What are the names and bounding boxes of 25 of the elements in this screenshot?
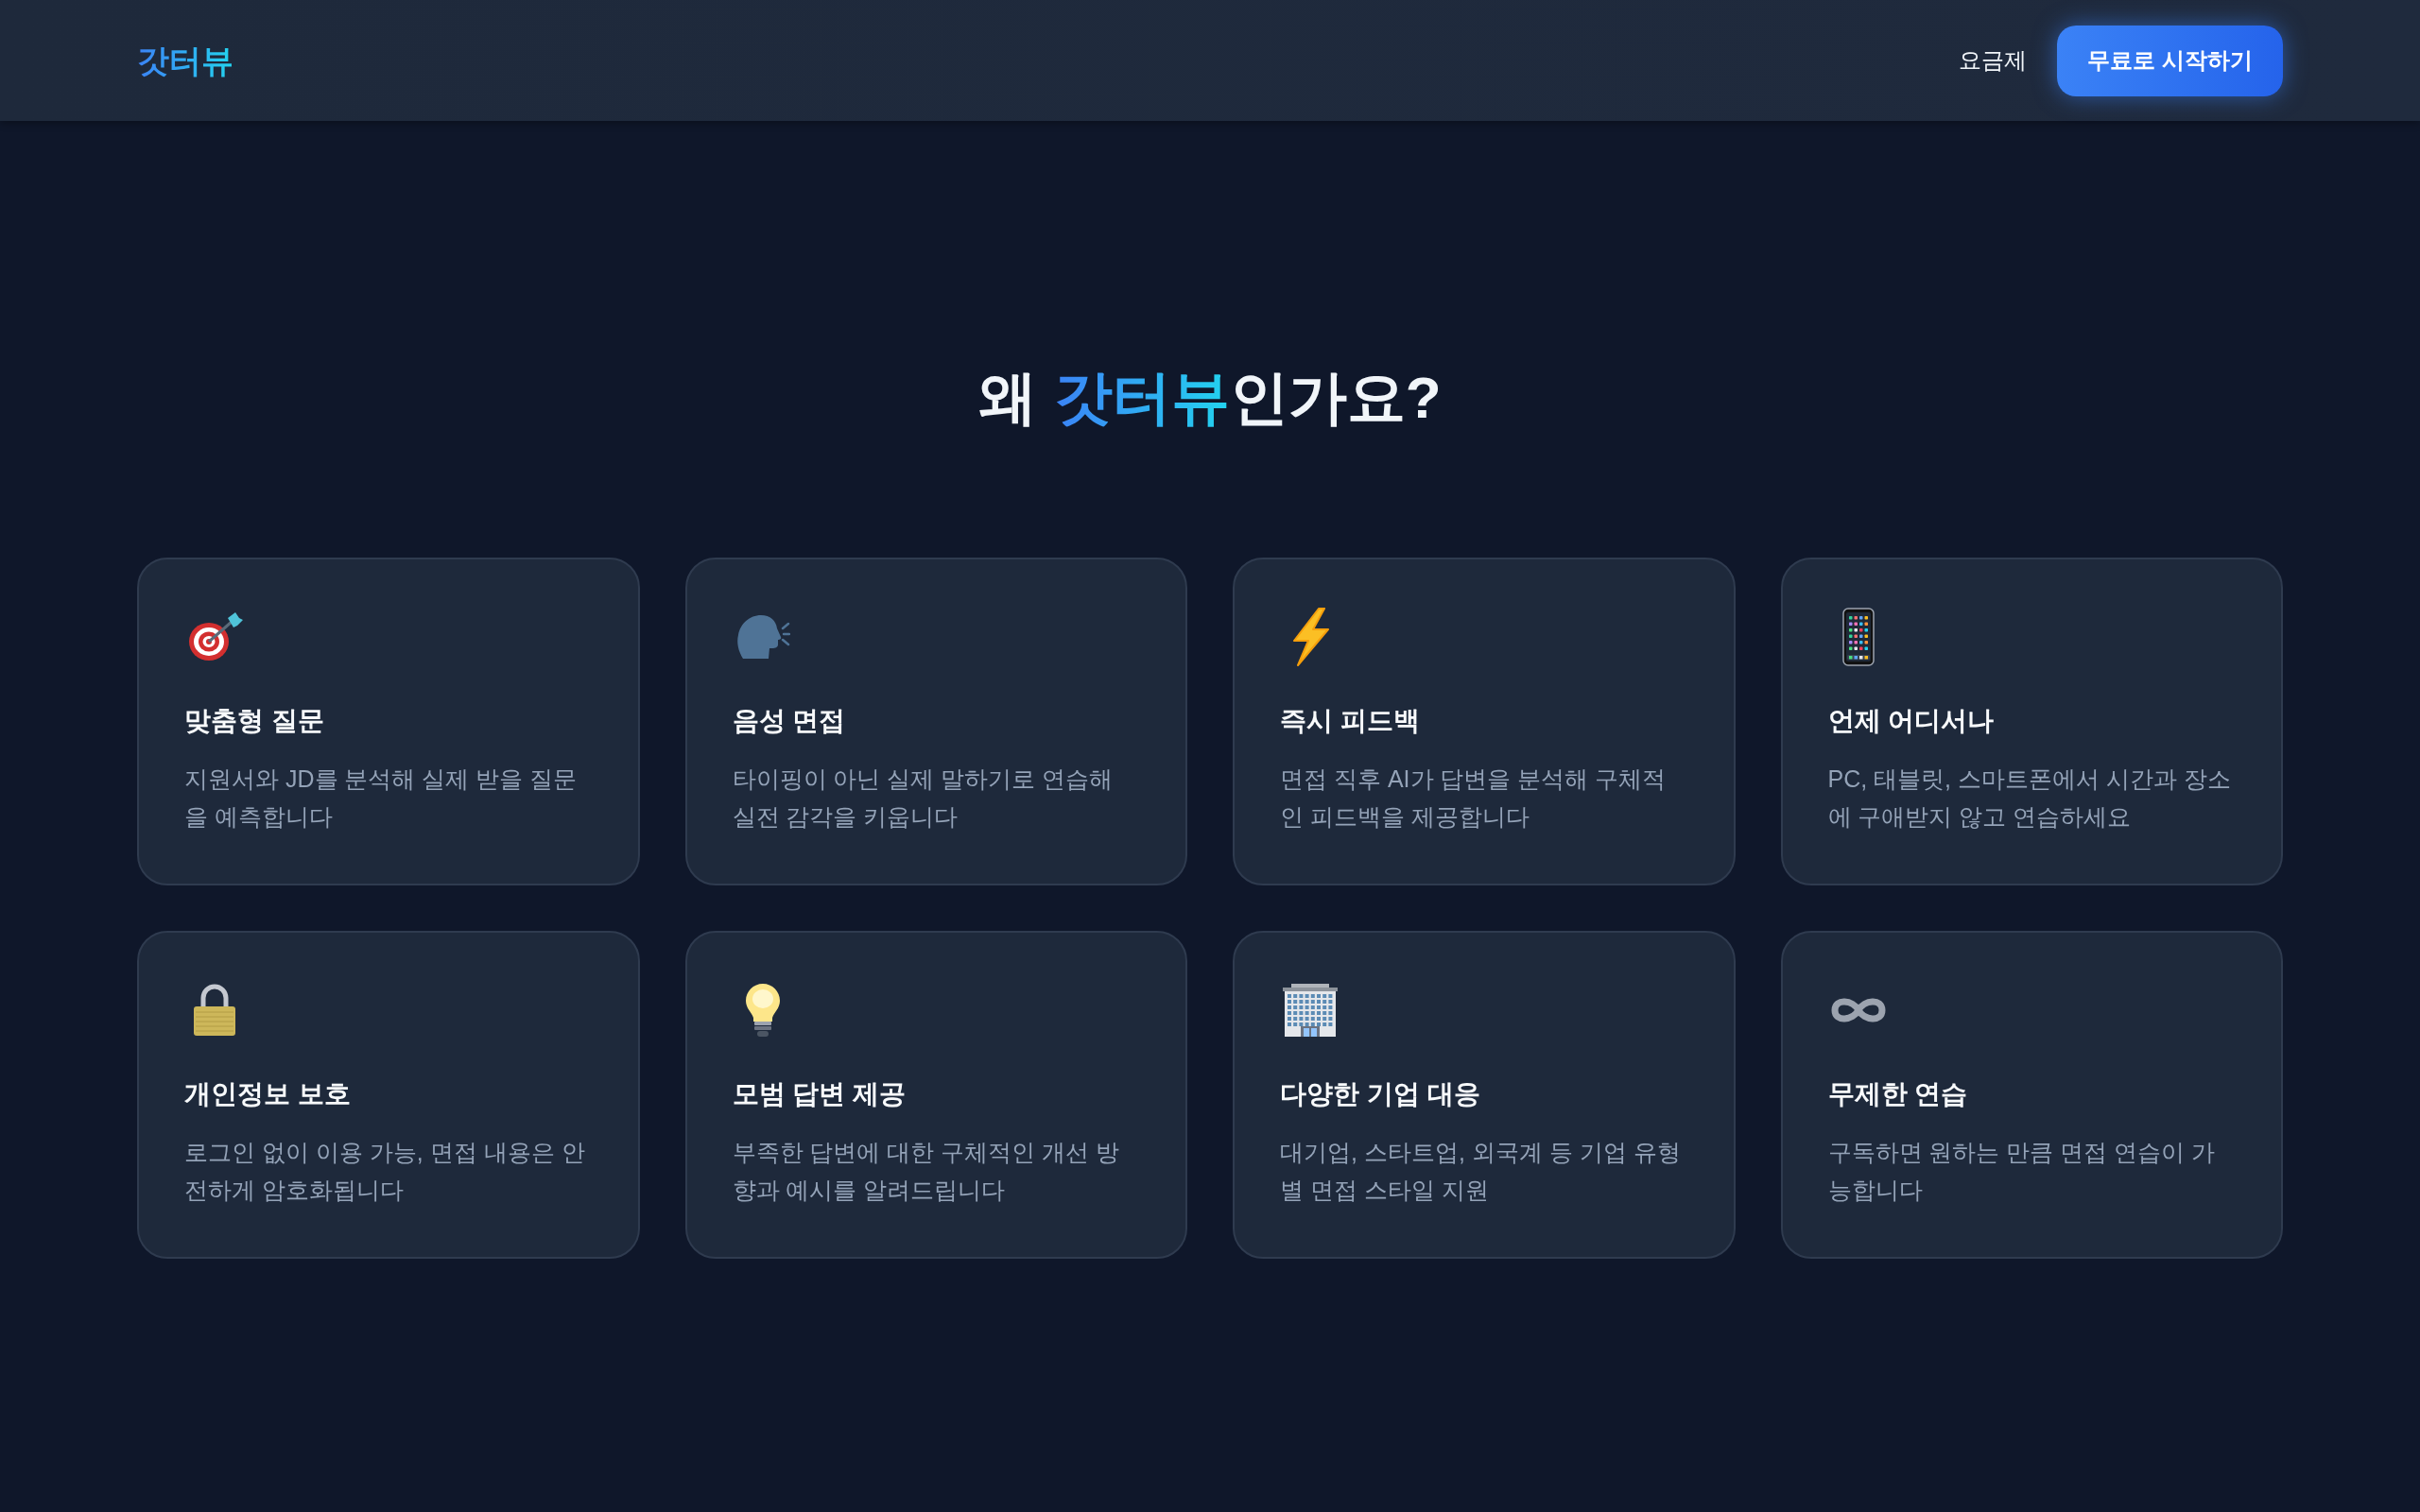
feature-description: 대기업, 스타트업, 외국계 등 기업 유형별 면접 스타일 지원 <box>1280 1138 1682 1205</box>
light-bulb-icon <box>744 983 781 1038</box>
section-heading: 왜 갓터뷰인가요? <box>977 364 1443 432</box>
feature-description: 구독하면 원하는 만큼 면접 연습이 가능합니다 <box>1827 1138 2217 1205</box>
feature-title: 즉시 피드백 <box>1280 705 1421 737</box>
dartboard-icon <box>186 612 243 662</box>
speaking-head-icon <box>735 614 790 660</box>
feature-title: 다양한 기업 대응 <box>1280 1078 1481 1110</box>
feature-description: 부족한 답변에 대한 구체적인 개선 방향과 예시를 알려드립니다 <box>732 1138 1121 1205</box>
smartphone-icon <box>1841 608 1875 666</box>
cta-button[interactable]: 무료로 시작하기 <box>2057 25 2283 96</box>
feature-description: 면접 직후 AI가 답변을 분석해 구체적인 피드백을 제공합니다 <box>1280 765 1668 832</box>
feature-title: 개인정보 보호 <box>184 1078 352 1110</box>
feature-description: 타이핑이 아닌 실제 말하기로 연습해 실전 감각을 키웁니다 <box>732 765 1115 832</box>
feature-title: 언제 어디서나 <box>1827 705 1996 737</box>
feature-title: 맞춤형 질문 <box>184 705 325 737</box>
office-building-icon <box>1282 983 1339 1038</box>
nav-link[interactable]: 요금제 <box>1959 45 2028 76</box>
feature-title: 모범 답변 제공 <box>732 1078 908 1110</box>
feature-title: 음성 면접 <box>732 705 847 737</box>
padlock-icon <box>193 984 236 1037</box>
feature-description: 지원서와 JD를 분석해 실제 받을 질문을 예측합니다 <box>184 765 579 832</box>
feature-description: 로그인 없이 이용 가능, 면접 내용은 안전하게 암호화됩니다 <box>184 1138 586 1205</box>
feature-title: 무제한 연습 <box>1827 1078 1969 1110</box>
feature-description: PC, 태블릿, 스마트폰에서 시간과 장소에 구애받지 않고 연습하세요 <box>1827 765 2232 832</box>
